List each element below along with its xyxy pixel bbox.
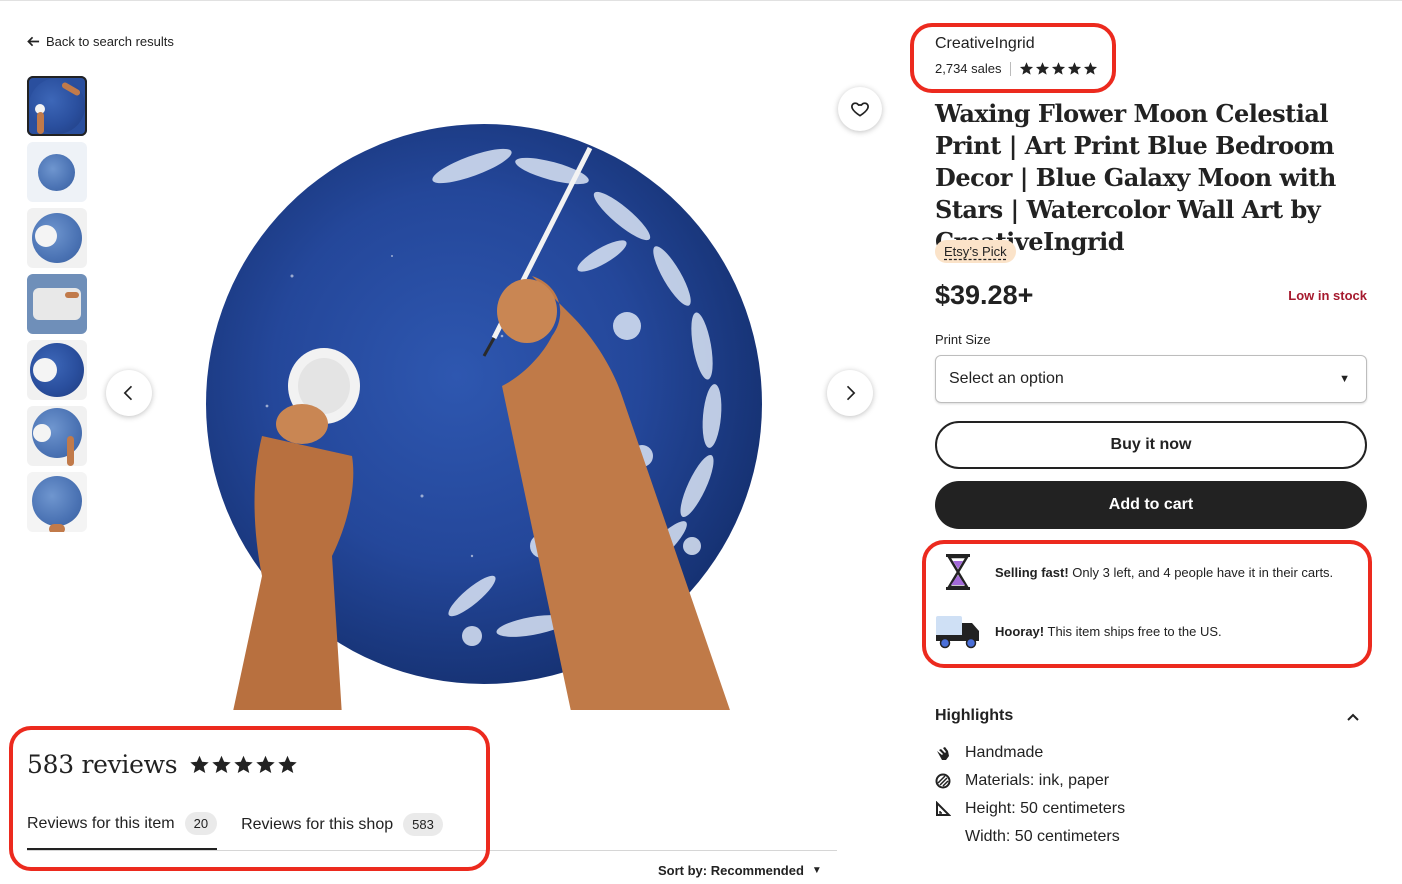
sort-dropdown[interactable]: Sort by: Recommended ▼ [658, 863, 822, 878]
reviews-rating-stars [189, 754, 298, 775]
highlight-handmade: Handmade [935, 744, 1043, 762]
thumbnail-3[interactable] [27, 208, 87, 268]
moon-painting-image [172, 76, 790, 710]
select-value: Select an option [949, 370, 1064, 387]
favorite-button[interactable] [838, 87, 882, 131]
highlight-text: Handmade [965, 744, 1044, 761]
reviews-tabs: Reviews for this item 20 Reviews for thi… [27, 812, 443, 850]
thumbnail-2[interactable] [27, 142, 87, 202]
star-icon [256, 755, 275, 773]
tab-reviews-shop[interactable]: Reviews for this shop 583 [241, 812, 443, 850]
annotation-shop-highlight [910, 23, 1116, 93]
materials-icon [935, 773, 951, 789]
etsys-pick-badge[interactable]: Etsy’s Pick [935, 240, 1016, 263]
caret-down-icon: ▼ [1339, 373, 1350, 385]
star-icon [1083, 62, 1097, 75]
highlights-title[interactable]: Highlights [935, 707, 1013, 725]
star-icon [1019, 62, 1033, 75]
highlight-text: Height: 50 centimeters [965, 800, 1126, 817]
star-icon [212, 755, 231, 773]
top-divider [0, 0, 1402, 1]
main-product-image [172, 76, 790, 710]
sort-label: Sort by: Recommended [658, 863, 804, 878]
selling-fast-text: Selling fast! Only 3 left, and 4 people … [995, 564, 1334, 580]
star-icon [1051, 62, 1065, 75]
truck-icon [935, 610, 981, 652]
print-size-label: Print Size [935, 332, 991, 347]
star-icon [1035, 62, 1049, 75]
back-link-label: Back to search results [46, 34, 174, 49]
count-badge: 583 [403, 813, 443, 836]
previous-image-button[interactable] [106, 370, 152, 416]
divider [1009, 61, 1011, 76]
highlight-text: Materials: ink, paper [965, 772, 1110, 789]
back-to-search-link[interactable]: Back to search results [27, 34, 174, 49]
next-image-button[interactable] [827, 370, 873, 416]
add-to-cart-button[interactable]: Add to cart [935, 481, 1367, 529]
tab-label: Reviews for this item [27, 814, 175, 832]
reviews-count: 583 reviews [27, 750, 178, 779]
thumbnail-strip [27, 76, 87, 538]
print-size-select[interactable]: Select an option ▼ [935, 355, 1367, 403]
shop-sales: 2,734 sales [935, 61, 1002, 76]
heart-icon [851, 102, 869, 117]
arrow-left-icon [27, 36, 40, 47]
free-shipping-notice: Hooray! This item ships free to the US. [935, 610, 1222, 652]
star-icon [234, 755, 253, 773]
tab-label: Reviews for this shop [241, 815, 394, 833]
highlight-width: Width: 50 centimeters [935, 828, 1120, 846]
price: $39.28+ [935, 280, 1034, 310]
hourglass-icon [935, 551, 981, 593]
tabs-divider [27, 850, 837, 851]
shop-meta: 2,734 sales [935, 61, 1098, 76]
free-shipping-text: Hooray! This item ships free to the US. [995, 623, 1222, 639]
thumbnail-5[interactable] [27, 340, 87, 400]
highlight-height: Height: 50 centimeters [935, 800, 1125, 818]
chevron-right-icon [846, 385, 856, 401]
tab-reviews-item[interactable]: Reviews for this item 20 [27, 812, 218, 850]
buy-it-now-button[interactable]: Buy it now [935, 421, 1367, 469]
selling-fast-notice: Selling fast! Only 3 left, and 4 people … [935, 551, 1333, 593]
listing-title: Waxing Flower Moon Celestial Print | Art… [935, 99, 1336, 256]
shop-rating-stars[interactable] [1019, 61, 1098, 76]
caret-down-icon: ▼ [811, 865, 822, 876]
star-icon [190, 755, 209, 773]
highlight-text: Width: 50 centimeters [965, 828, 1120, 845]
chevron-left-icon [123, 385, 133, 401]
blank-icon-spacer [935, 829, 951, 845]
handmade-icon [935, 745, 951, 761]
chevron-up-icon[interactable] [1345, 709, 1361, 725]
count-badge: 20 [184, 812, 218, 835]
stock-status: Low in stock [1288, 288, 1367, 303]
reviews-section: 583 reviews Reviews for this item 20 Rev… [27, 750, 837, 878]
ruler-icon [935, 801, 951, 817]
star-icon [1067, 62, 1081, 75]
shop-name-link[interactable]: CreativeIngrid [935, 35, 1035, 53]
thumbnail-1[interactable] [27, 76, 87, 136]
thumbnail-6[interactable] [27, 406, 87, 466]
star-icon [278, 755, 297, 773]
highlight-materials: Materials: ink, paper [935, 772, 1109, 790]
thumbnail-4[interactable] [27, 274, 87, 334]
thumbnail-7[interactable] [27, 472, 87, 532]
